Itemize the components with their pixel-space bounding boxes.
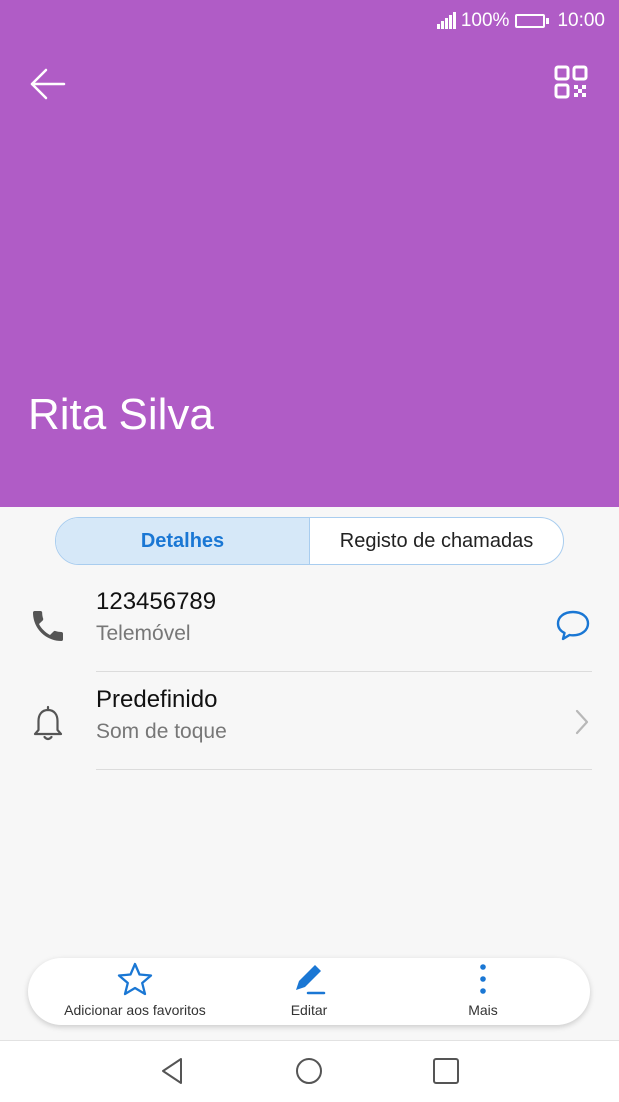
message-icon [556,610,590,641]
nav-back-icon[interactable] [156,1055,188,1087]
chevron-right-icon [573,708,591,741]
add-to-favorites-label: Adicionar aos favoritos [64,1002,206,1018]
edit-label: Editar [290,1002,328,1018]
phone-number-row[interactable]: 123456789 Telemóvel [0,576,619,672]
phone-number: 123456789 [96,588,217,615]
battery-percent: 100% [460,10,510,31]
contact-header: 100% 10:00 Rita Silva [0,0,619,507]
send-message-button[interactable] [555,608,591,647]
tab-details[interactable]: Detalhes [56,518,310,564]
more-label: Mais [468,1002,498,1018]
pencil-icon [296,965,326,995]
more-button[interactable]: Mais [438,958,528,1025]
bell-icon [33,705,63,741]
qr-code-icon [554,65,588,99]
divider [96,671,592,672]
contact-name: Rita Silva [28,390,214,439]
tab-bar: Detalhes Registo de chamadas [55,517,564,565]
system-nav-bar [0,1040,619,1102]
divider [96,769,592,770]
phone-type: Telemóvel [96,622,191,645]
ringtone-label: Som de toque [96,720,227,743]
more-vertical-icon [480,964,486,994]
clock: 10:00 [557,10,605,31]
signal-icon [436,12,457,29]
arrow-left-icon [30,68,66,100]
ringtone-row[interactable]: Predefinido Som de toque [0,674,619,770]
ringtone-name: Predefinido [96,686,218,713]
edit-button[interactable]: Editar [264,958,354,1025]
back-button[interactable] [26,62,70,106]
phone-icon [33,611,63,641]
nav-recents-icon[interactable] [430,1055,462,1087]
nav-home-icon[interactable] [293,1055,325,1087]
action-bar: Adicionar aos favoritos Editar Mais [28,958,590,1025]
status-bar: 100% 10:00 [436,0,619,42]
add-to-favorites-button[interactable]: Adicionar aos favoritos [42,958,228,1025]
qr-code-button[interactable] [551,62,591,102]
tab-call-log[interactable]: Registo de chamadas [310,518,563,564]
battery-icon [515,14,550,28]
star-icon [117,962,153,996]
